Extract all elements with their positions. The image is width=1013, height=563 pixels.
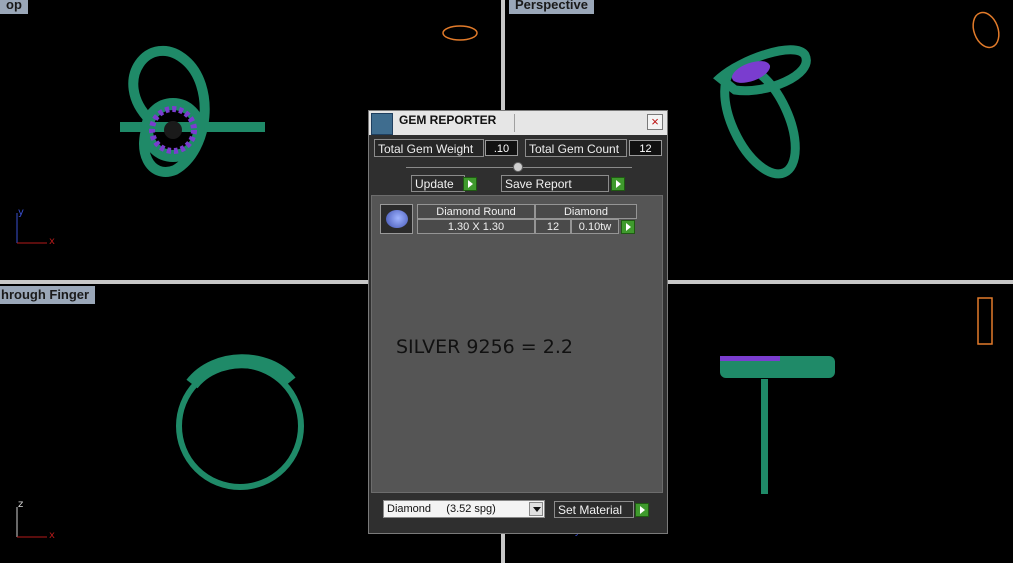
gem-reporter-dialog: GEM REPORTER × Total Gem Weight .10 Tota…	[368, 110, 668, 534]
axis-label-x: x	[49, 530, 55, 541]
gem-size-cell: 1.30 X 1.30	[417, 219, 535, 234]
axis-gizmo-through-finger: z x	[12, 499, 62, 544]
total-gem-count-value: 12	[629, 140, 662, 156]
chevron-down-icon[interactable]	[529, 502, 543, 516]
total-gem-weight-value: .10	[485, 140, 518, 156]
gem-row-arrow-icon[interactable]	[621, 220, 635, 234]
axis-label-z: z	[18, 499, 24, 510]
material-dropdown[interactable]: Diamond (3.52 spg)	[383, 500, 545, 518]
set-material-arrow-icon[interactable]	[635, 503, 649, 517]
update-arrow-icon[interactable]	[463, 177, 477, 191]
close-icon[interactable]: ×	[647, 114, 663, 130]
set-material-button[interactable]: Set Material	[554, 501, 634, 518]
ring-thumbnail-icon	[977, 297, 993, 345]
save-report-button[interactable]: Save Report	[501, 175, 609, 192]
slider-handle[interactable]	[513, 162, 523, 172]
gem-name-cell: Diamond Round	[417, 204, 535, 219]
axis-label-y: y	[18, 207, 24, 218]
ring-thumbnail-icon	[442, 25, 478, 41]
gem-reporter-icon	[371, 113, 393, 135]
total-gem-weight-label: Total Gem Weight	[374, 139, 484, 157]
silver-weight-note: SILVER 9256 = 2.2	[396, 336, 573, 358]
axis-gizmo-top: y x	[12, 205, 62, 250]
axis-label-x: x	[49, 236, 55, 247]
gem-type-cell: Diamond	[535, 204, 637, 219]
dialog-title: GEM REPORTER	[399, 113, 497, 127]
total-gem-count-label: Total Gem Count	[525, 139, 627, 157]
gem-count-cell: 12	[535, 219, 571, 234]
save-report-arrow-icon[interactable]	[611, 177, 625, 191]
material-selected-value: Diamond (3.52 spg)	[387, 503, 496, 515]
title-separator	[514, 114, 515, 132]
diamond-thumbnail-icon[interactable]	[380, 204, 413, 234]
gem-weight-cell: 0.10tw	[571, 219, 619, 234]
ring-thumbnail-icon	[972, 11, 1000, 49]
gem-list-panel[interactable]: Diamond Round Diamond 1.30 X 1.30 12 0.1…	[371, 195, 663, 493]
dialog-titlebar[interactable]: GEM REPORTER ×	[369, 111, 667, 135]
diamond-stone-icon	[386, 210, 408, 228]
update-button[interactable]: Update	[411, 175, 465, 192]
